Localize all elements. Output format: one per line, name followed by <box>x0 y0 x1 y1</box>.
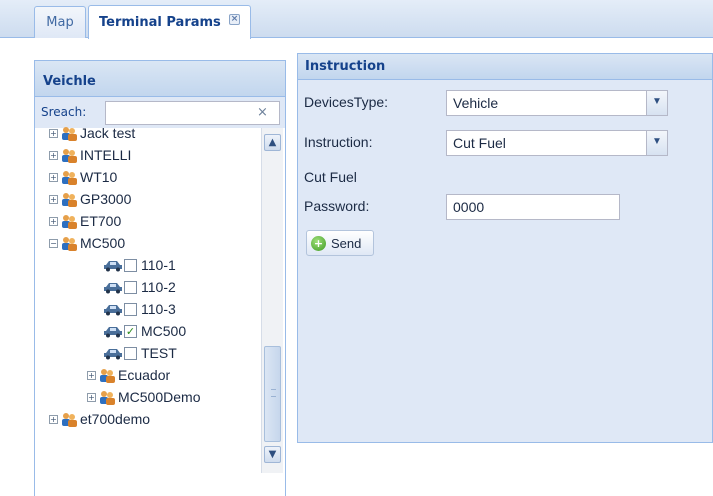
tree-node-vehicle[interactable]: 110-3 <box>103 298 176 320</box>
tree-node-label: WT10 <box>80 169 118 185</box>
user-group-icon <box>62 237 77 251</box>
tree-node-label: Jack test <box>80 125 136 141</box>
tree-node-group[interactable]: + ET700 <box>49 210 121 232</box>
tree-node-label: ET700 <box>80 213 122 229</box>
tree-node-vehicle[interactable]: 110-2 <box>103 276 176 298</box>
send-icon: + <box>311 235 326 251</box>
send-button[interactable]: + Send <box>306 230 374 256</box>
vehicle-checkbox[interactable] <box>124 346 137 360</box>
car-icon <box>104 261 122 272</box>
vehicle-checkbox[interactable] <box>124 302 137 316</box>
tree-node-vehicle[interactable]: 110-1 <box>103 254 176 276</box>
tree-node-group[interactable]: + Jack test <box>49 122 135 144</box>
instruction-value: Cut Fuel <box>453 135 506 151</box>
instruction-panel-title: Instruction <box>298 54 712 80</box>
expand-icon[interactable]: + <box>49 128 58 138</box>
tree-node-vehicle[interactable]: ✓ MC500 <box>103 320 186 342</box>
user-group-icon <box>100 391 115 405</box>
car-icon <box>104 327 122 338</box>
search-label: Sreach: <box>41 105 87 119</box>
instruction-label: Instruction: <box>304 134 373 150</box>
tree-node-label: et700demo <box>80 411 151 427</box>
tree-node-label: Ecuador <box>118 367 171 383</box>
expand-icon[interactable]: + <box>87 392 96 402</box>
tab-map[interactable]: Map <box>34 6 86 38</box>
tree-scrollbar[interactable]: ▲ ▼ <box>261 128 283 473</box>
tree-node-label: MC500Demo <box>118 389 201 405</box>
scroll-up-icon[interactable]: ▲ <box>264 134 281 151</box>
vehicle-checkbox-checked[interactable]: ✓ <box>124 324 137 338</box>
vehicle-tree-area: + Jack test + INTELLI + WT10 + GP3000 + … <box>35 125 285 496</box>
expand-icon[interactable]: + <box>49 194 58 204</box>
clear-icon[interactable]: × <box>257 106 268 120</box>
tree-node-label: 110-3 <box>141 301 176 317</box>
tree-node-group[interactable]: + INTELLI <box>49 144 131 166</box>
tree-node-group[interactable]: − MC500 <box>49 232 125 254</box>
chevron-down-icon[interactable]: ▼ <box>646 91 667 115</box>
user-group-icon <box>62 127 77 141</box>
tree-node-group[interactable]: + WT10 <box>49 166 117 188</box>
user-group-icon <box>62 149 77 163</box>
tree-node-group[interactable]: + MC500Demo <box>87 386 200 408</box>
scroll-thumb[interactable] <box>264 346 281 442</box>
vehicle-panel: Veichle Sreach: × + Jack test + INTELLI … <box>34 60 286 496</box>
tree-node-group[interactable]: + GP3000 <box>49 188 131 210</box>
scroll-grip-icon <box>271 389 276 397</box>
car-icon <box>104 349 122 360</box>
devices-type-label: DevicesType: <box>304 94 389 110</box>
tab-terminal-params-label: Terminal Params <box>99 15 221 30</box>
user-group-icon <box>100 369 115 383</box>
devices-type-value: Vehicle <box>453 95 499 111</box>
tree-node-label: 110-1 <box>141 257 176 273</box>
tab-strip: Map Terminal Params × <box>0 0 713 39</box>
user-group-icon <box>62 171 77 185</box>
car-icon <box>104 283 122 294</box>
tree-node-group[interactable]: + Ecuador <box>87 364 170 386</box>
vehicle-checkbox[interactable] <box>124 258 137 272</box>
expand-icon[interactable]: + <box>49 150 58 160</box>
instruction-panel: Instruction DevicesType: Vehicle ▼ Instr… <box>297 53 713 443</box>
vehicle-checkbox[interactable] <box>124 280 137 294</box>
expand-icon[interactable]: + <box>49 414 58 424</box>
devices-type-select[interactable]: Vehicle ▼ <box>446 90 668 116</box>
tree-node-group[interactable]: + et700demo <box>49 408 150 430</box>
chevron-down-icon[interactable]: ▼ <box>646 131 667 155</box>
user-group-icon <box>62 215 77 229</box>
user-group-icon <box>62 413 77 427</box>
collapse-icon[interactable]: − <box>49 238 58 248</box>
tree-node-label: INTELLI <box>80 147 132 163</box>
tree-node-label: TEST <box>141 345 177 361</box>
password-field[interactable]: 0000 <box>446 194 620 220</box>
car-icon <box>104 305 122 316</box>
password-label: Password: <box>304 198 370 214</box>
tree-node-vehicle[interactable]: TEST <box>103 342 177 364</box>
tree-node-label: 110-2 <box>141 279 176 295</box>
instruction-select[interactable]: Cut Fuel ▼ <box>446 130 668 156</box>
tree-node-label: MC500 <box>141 323 187 339</box>
tab-map-label: Map <box>46 15 74 30</box>
expand-icon[interactable]: + <box>87 370 96 380</box>
expand-icon[interactable]: + <box>49 172 58 182</box>
tree-node-label: GP3000 <box>80 191 132 207</box>
tree-node-label: MC500 <box>80 235 126 251</box>
vehicle-panel-title: Veichle <box>35 61 285 97</box>
close-icon[interactable]: × <box>229 14 240 25</box>
expand-icon[interactable]: + <box>49 216 58 226</box>
instruction-section-label: Cut Fuel <box>304 169 357 185</box>
scroll-down-icon[interactable]: ▼ <box>264 446 281 463</box>
send-button-label: Send <box>331 235 362 251</box>
user-group-icon <box>62 193 77 207</box>
tab-terminal-params[interactable]: Terminal Params × <box>88 5 251 39</box>
password-value: 0000 <box>453 199 485 215</box>
